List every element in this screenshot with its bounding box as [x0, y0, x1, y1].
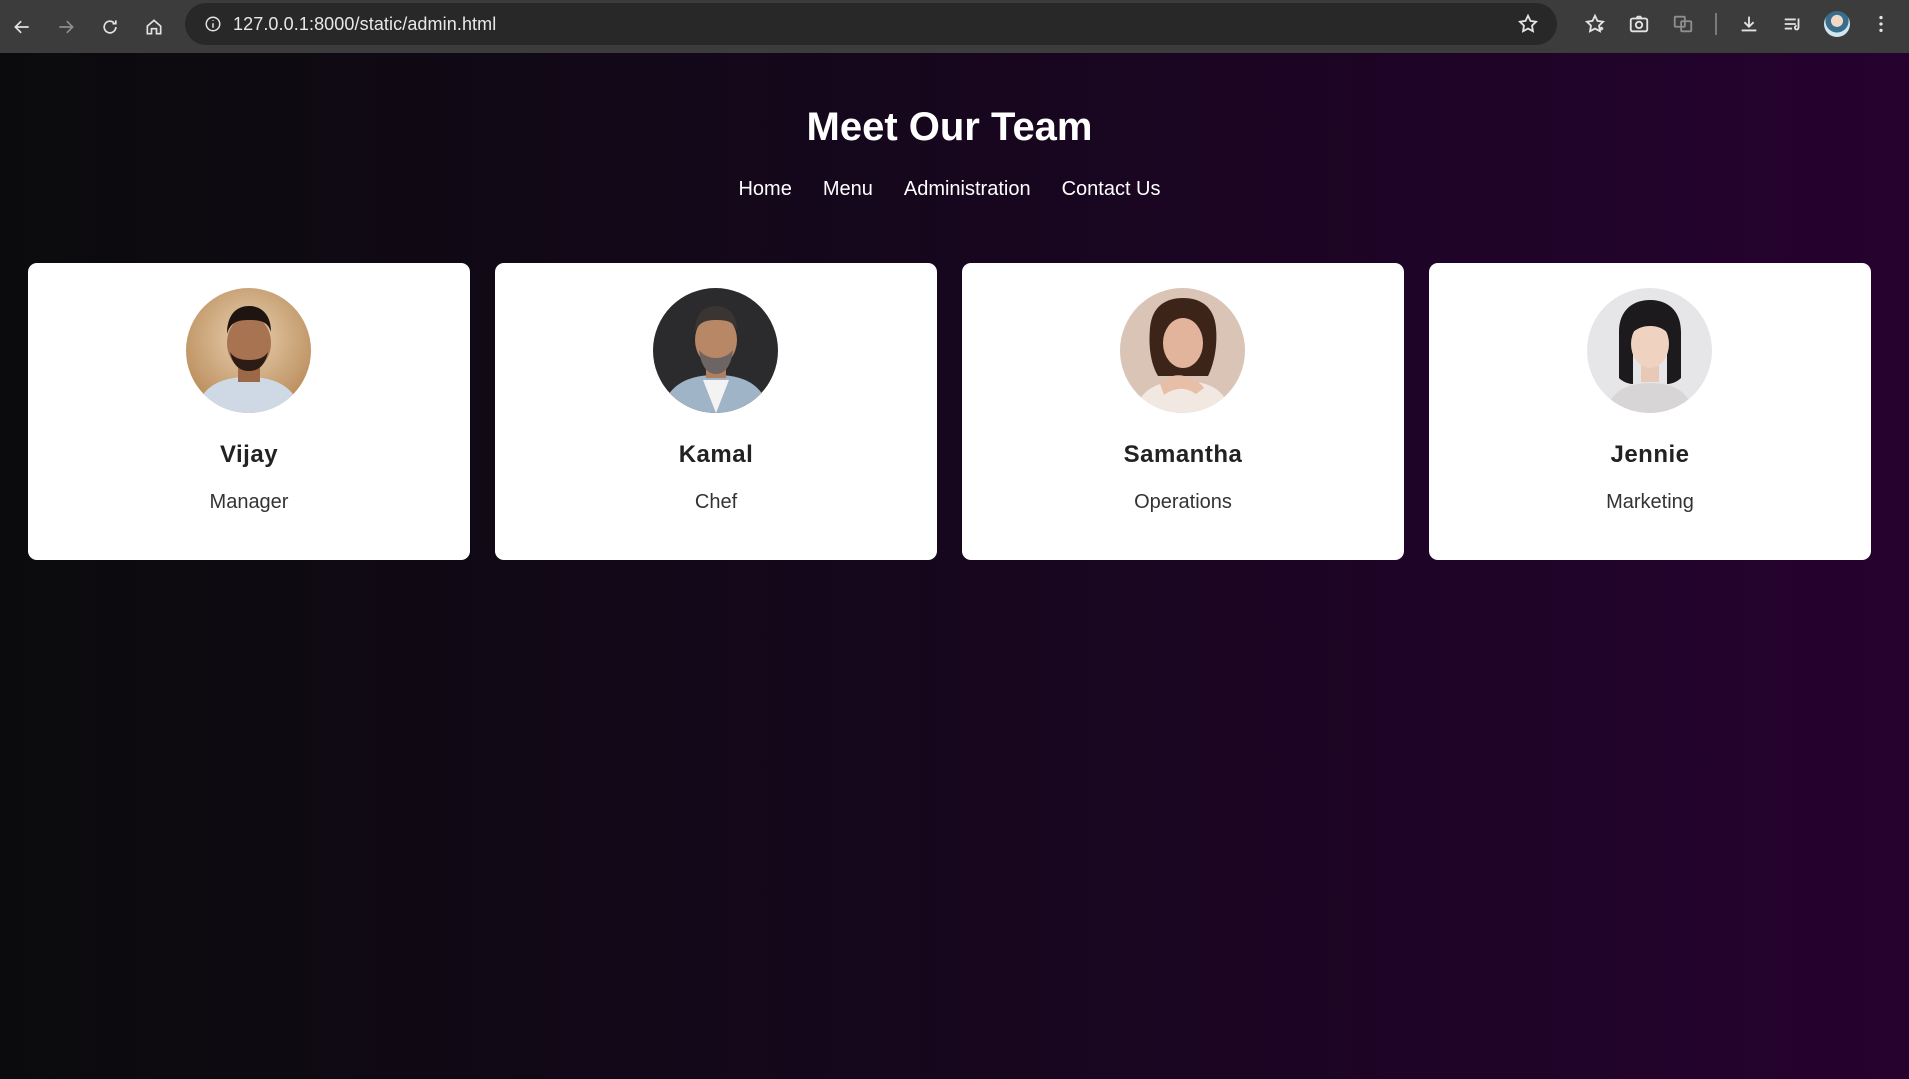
team-member-role: Chef: [694, 491, 738, 513]
team-member-name: Samantha: [1123, 441, 1243, 468]
more-menu-icon[interactable]: [1859, 2, 1903, 46]
nav-link-menu[interactable]: Menu: [823, 178, 873, 201]
page-content: Meet Our Team Home Menu Administration C…: [0, 53, 1909, 1079]
reload-icon[interactable]: [88, 5, 132, 49]
team-member-photo: [653, 288, 778, 413]
profile-avatar[interactable]: [1815, 2, 1859, 46]
browser-toolbar: 127.0.0.1:8000/static/admin.html: [0, 0, 1909, 53]
team-member-name: Kamal: [678, 441, 754, 468]
team-member-role: Marketing: [1606, 491, 1694, 513]
team-member-photo: [1587, 288, 1712, 413]
page-title: Meet Our Team: [806, 105, 1093, 149]
address-bar[interactable]: 127.0.0.1:8000/static/admin.html: [185, 3, 1557, 45]
team-card: Vijay Manager: [28, 263, 470, 560]
site-info-icon[interactable]: [193, 3, 233, 45]
translate-icon[interactable]: [1661, 2, 1705, 46]
forward-icon[interactable]: [44, 5, 88, 49]
screenshot-icon[interactable]: [1617, 2, 1661, 46]
team-card: Kamal Chef: [495, 263, 937, 560]
bookmark-star-icon[interactable]: [1517, 13, 1539, 35]
nav-link-contact-us[interactable]: Contact Us: [1062, 178, 1161, 201]
team-card: Jennie Marketing: [1429, 263, 1871, 560]
team-grid: Vijay Manager Kamal Chef Samantha Operat…: [28, 263, 1871, 560]
team-member-photo: [186, 288, 311, 413]
site-nav: Home Menu Administration Contact Us: [0, 178, 1899, 201]
download-icon[interactable]: [1727, 2, 1771, 46]
team-member-photo: [1120, 288, 1245, 413]
favorites-icon[interactable]: [1573, 2, 1617, 46]
url-text[interactable]: 127.0.0.1:8000/static/admin.html: [233, 14, 496, 35]
team-member-role: Operations: [1134, 491, 1232, 513]
nav-link-home[interactable]: Home: [738, 178, 791, 201]
team-member-name: Jennie: [1610, 441, 1690, 468]
team-member-role: Manager: [209, 491, 289, 513]
team-member-name: Vijay: [219, 441, 279, 468]
home-icon[interactable]: [132, 5, 176, 49]
back-icon[interactable]: [0, 5, 44, 49]
avatar: [1824, 11, 1850, 37]
toolbar-divider: [1715, 13, 1717, 35]
team-card: Samantha Operations: [962, 263, 1404, 560]
toolbar-right: [1573, 0, 1909, 48]
nav-link-administration[interactable]: Administration: [904, 178, 1031, 201]
reading-list-icon[interactable]: [1771, 2, 1815, 46]
